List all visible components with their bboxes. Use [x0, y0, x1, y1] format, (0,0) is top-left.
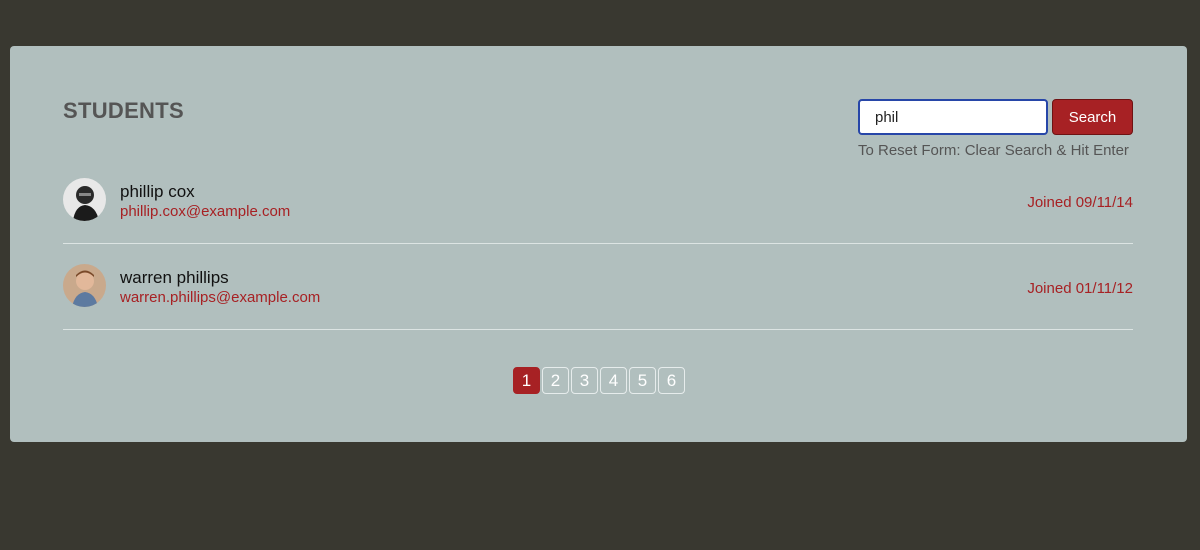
students-panel: STUDENTS Search To Reset Form: Clear Sea…: [10, 46, 1187, 442]
page-button-6[interactable]: 6: [658, 367, 685, 394]
pagination: 1 2 3 4 5 6: [513, 367, 685, 394]
person-avatar-icon: [63, 264, 106, 307]
search-button[interactable]: Search: [1052, 99, 1133, 135]
student-name: warren phillips: [120, 268, 229, 287]
avatar: [63, 264, 106, 307]
page-button-2[interactable]: 2: [542, 367, 569, 394]
student-email-link[interactable]: warren.phillips@example.com: [120, 289, 320, 306]
avatar: [63, 178, 106, 221]
student-name: phillip cox: [120, 182, 195, 201]
student-email-link[interactable]: phillip.cox@example.com: [120, 203, 290, 220]
page-title: STUDENTS: [63, 98, 184, 123]
person-avatar-icon: [63, 178, 106, 221]
joined-date: Joined 01/11/12: [1027, 280, 1133, 297]
reset-hint: To Reset Form: Clear Search & Hit Enter: [858, 142, 1129, 159]
student-row: warren phillips warren.phillips@example.…: [63, 244, 1133, 330]
page-button-4[interactable]: 4: [600, 367, 627, 394]
joined-date: Joined 09/11/14: [1027, 194, 1133, 211]
page-button-1[interactable]: 1: [513, 367, 540, 394]
page-button-5[interactable]: 5: [629, 367, 656, 394]
search-input[interactable]: [858, 99, 1048, 135]
student-row: phillip cox phillip.cox@example.com Join…: [63, 158, 1133, 244]
student-list: phillip cox phillip.cox@example.com Join…: [63, 158, 1133, 330]
page-button-3[interactable]: 3: [571, 367, 598, 394]
